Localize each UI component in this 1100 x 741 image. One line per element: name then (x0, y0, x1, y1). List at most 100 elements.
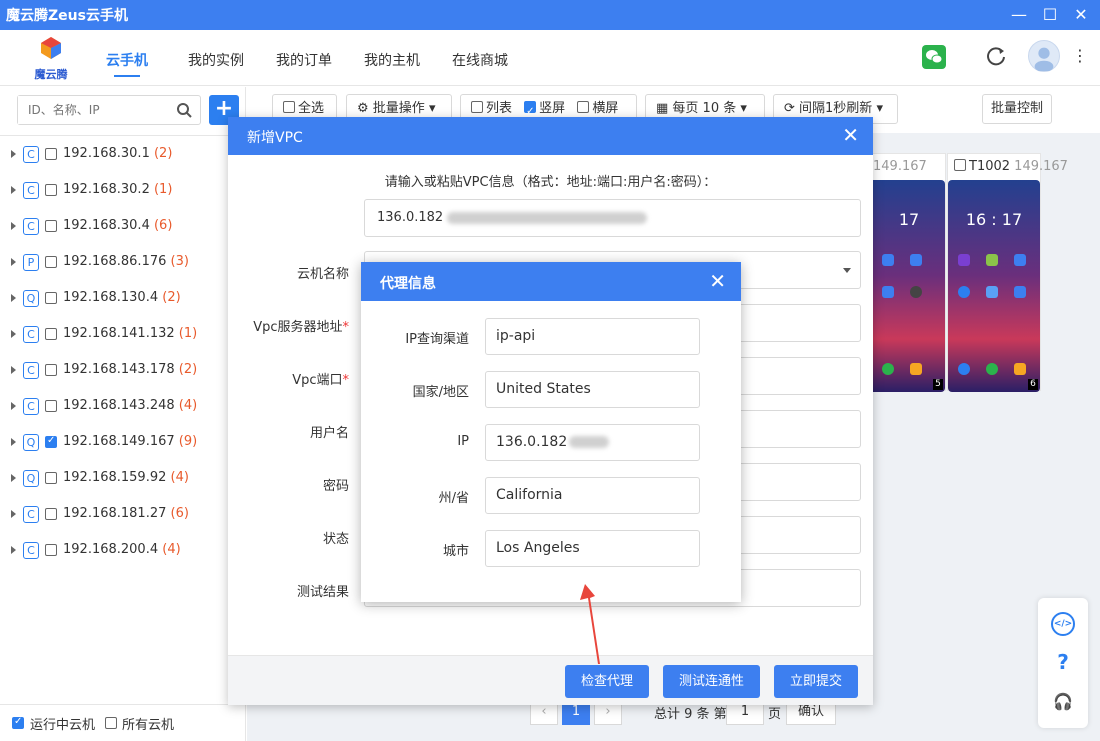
search-icon[interactable] (176, 102, 192, 118)
all-checkbox[interactable] (105, 717, 117, 729)
landscape-checkbox[interactable] (577, 101, 590, 113)
avatar[interactable] (1028, 40, 1060, 72)
host-checkbox[interactable] (45, 544, 57, 556)
title-bar: 魔云腾Zeus云手机 — ☐ ✕ (0, 0, 1100, 30)
host-label[interactable]: 192.168.200.4 (4) (63, 542, 181, 557)
proxy-dialog-title: 代理信息 (380, 276, 436, 292)
host-row[interactable]: Q 192.168.149.167 (9) (0, 425, 246, 461)
close-icon[interactable]: ✕ (842, 123, 859, 147)
caret-right-icon[interactable] (11, 438, 16, 446)
host-checkbox[interactable] (45, 508, 57, 520)
search-input[interactable] (18, 96, 168, 124)
tab-online-store[interactable]: 在线商城 (452, 50, 508, 70)
batch-control-button[interactable]: 批量控制 (982, 94, 1052, 124)
card-checkbox[interactable] (954, 159, 966, 171)
maximize-icon[interactable]: ☐ (1037, 3, 1063, 27)
host-type-badge: C (23, 326, 39, 343)
host-label[interactable]: 192.168.86.176 (3) (63, 254, 189, 269)
host-row[interactable]: P 192.168.86.176 (3) (0, 245, 246, 281)
caret-right-icon[interactable] (11, 294, 16, 302)
ip-channel-field[interactable]: ip-api (485, 318, 700, 355)
host-checkbox[interactable] (45, 220, 57, 232)
host-type-badge: C (23, 146, 39, 163)
host-label[interactable]: 192.168.149.167 (9) (63, 434, 197, 449)
city-field[interactable]: Los Angeles (485, 530, 700, 567)
host-checkbox[interactable] (45, 435, 57, 448)
host-checkbox[interactable] (45, 256, 57, 268)
host-ip: 192.168.86.176 (63, 254, 167, 269)
select-all-checkbox[interactable] (283, 101, 295, 113)
host-checkbox[interactable] (45, 364, 57, 376)
portrait-checkbox[interactable] (524, 98, 537, 126)
host-label[interactable]: 192.168.181.27 (6) (63, 506, 189, 521)
host-checkbox[interactable] (45, 472, 57, 484)
tab-cloud-phone[interactable]: 云手机 (106, 50, 148, 77)
tab-my-orders[interactable]: 我的订单 (276, 50, 332, 70)
host-checkbox[interactable] (45, 292, 57, 304)
host-row[interactable]: C 192.168.200.4 (4) (0, 533, 246, 569)
vpc-paste-input[interactable]: 136.0.182 (364, 199, 861, 237)
host-label[interactable]: 192.168.30.2 (1) (63, 182, 172, 197)
host-row[interactable]: C 192.168.30.1 (2) (0, 137, 246, 173)
host-ip: 192.168.143.248 (63, 398, 175, 413)
country-field[interactable]: United States (485, 371, 700, 408)
caret-right-icon[interactable] (11, 510, 16, 518)
host-label[interactable]: 192.168.141.132 (1) (63, 326, 197, 341)
host-row[interactable]: C 192.168.30.4 (6) (0, 209, 246, 245)
app-icon (910, 286, 922, 298)
submit-button[interactable]: 立即提交 (774, 665, 858, 698)
redacted-text (447, 211, 648, 224)
caret-right-icon[interactable] (11, 150, 16, 158)
ip-field[interactable]: 136.0.182 (485, 424, 700, 461)
close-icon[interactable]: ✕ (709, 269, 726, 293)
host-ip: 192.168.159.92 (63, 470, 167, 485)
code-icon[interactable]: </> (1051, 612, 1075, 636)
refresh-icon[interactable] (985, 45, 1007, 67)
caret-right-icon[interactable] (11, 258, 16, 266)
host-row[interactable]: C 192.168.143.248 (4) (0, 389, 246, 425)
state-field[interactable]: California (485, 477, 700, 514)
caret-right-icon[interactable] (11, 546, 16, 554)
host-checkbox[interactable] (45, 184, 57, 196)
tab-my-instances[interactable]: 我的实例 (188, 50, 244, 70)
host-checkbox[interactable] (45, 148, 57, 160)
caret-right-icon[interactable] (11, 402, 16, 410)
divider (0, 135, 246, 136)
close-window-icon[interactable]: ✕ (1068, 3, 1094, 27)
host-checkbox[interactable] (45, 328, 57, 340)
host-label[interactable]: 192.168.30.1 (2) (63, 146, 172, 161)
screen-time: 17 (898, 210, 920, 229)
top-nav: 魔云腾 云手机 我的实例 我的订单 我的主机 在线商城 ⋮ (0, 30, 1100, 86)
caret-right-icon[interactable] (11, 366, 16, 374)
caret-right-icon[interactable] (11, 186, 16, 194)
more-icon[interactable]: ⋮ (1072, 46, 1088, 65)
tab-my-hosts[interactable]: 我的主机 (364, 50, 420, 70)
host-label[interactable]: 192.168.30.4 (6) (63, 218, 172, 233)
headset-icon[interactable]: 🎧 (1051, 692, 1075, 716)
running-checkbox[interactable] (12, 716, 24, 729)
host-row[interactable]: C 192.168.143.178 (2) (0, 353, 246, 389)
host-label[interactable]: 192.168.159.92 (4) (63, 470, 189, 485)
host-label[interactable]: 192.168.143.178 (2) (63, 362, 197, 377)
test-connectivity-button[interactable]: 测试连通性 (663, 665, 760, 698)
phone-card[interactable]: T1002 149.167 16 : 17 6 (947, 153, 1068, 392)
host-row[interactable]: C 192.168.141.132 (1) (0, 317, 246, 353)
wechat-icon[interactable] (922, 45, 946, 69)
host-checkbox[interactable] (45, 400, 57, 412)
help-icon[interactable]: ? (1051, 652, 1075, 676)
host-row[interactable]: Q 192.168.159.92 (4) (0, 461, 246, 497)
host-label[interactable]: 192.168.130.4 (2) (63, 290, 181, 305)
phone-screen[interactable]: 16 : 17 6 (948, 180, 1040, 392)
host-row[interactable]: C 192.168.30.2 (1) (0, 173, 246, 209)
minimize-icon[interactable]: — (1006, 3, 1032, 27)
logo: 魔云腾 (28, 36, 74, 82)
host-row[interactable]: C 192.168.181.27 (6) (0, 497, 246, 533)
caret-right-icon[interactable] (11, 222, 16, 230)
host-label[interactable]: 192.168.143.248 (4) (63, 398, 197, 413)
host-row[interactable]: Q 192.168.130.4 (2) (0, 281, 246, 317)
caret-right-icon[interactable] (11, 330, 16, 338)
list-checkbox[interactable] (471, 101, 483, 113)
caret-right-icon[interactable] (11, 474, 16, 482)
host-count: (4) (162, 542, 181, 557)
check-proxy-button[interactable]: 检查代理 (565, 665, 649, 698)
